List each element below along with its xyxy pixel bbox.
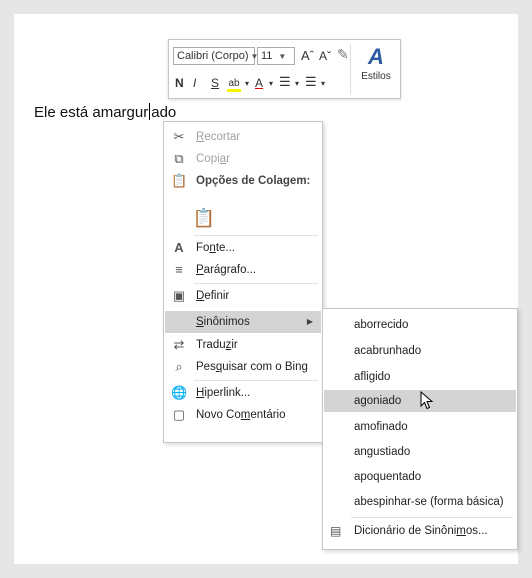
synonym-item[interactable]: acabrunhado [324,340,516,362]
menu-item-search-bing[interactable]: ⌕ Pesquisar com o Bing [165,356,321,378]
translate-icon: ⇄ [173,337,185,352]
font-size-value: 11 [261,50,273,62]
clipboard-icon: 📋 [171,173,188,188]
text-after-cursor: ado [151,104,177,121]
shrink-font-button[interactable]: Aˇ [319,48,331,64]
synonym-item[interactable]: abespinhar-se (forma básica) [324,491,516,513]
chevron-down-icon[interactable]: ▾ [269,76,273,92]
styles-button[interactable]: A Estilos [353,43,399,95]
menu-divider [351,517,513,518]
menu-item-hyperlink[interactable]: 🌐 Hiperlink... [165,382,321,404]
chevron-down-icon[interactable]: ▾ [295,76,299,92]
search-icon: ⌕ [175,359,183,374]
italic-button[interactable]: I [193,75,196,91]
menu-item-define[interactable]: ▣ Definir [165,285,321,307]
font-size-dropdown[interactable]: 11 ▼ [257,47,295,65]
grow-font-button[interactable]: Aˆ [301,48,314,64]
mouse-pointer-icon [420,391,434,410]
font-icon: A [174,240,184,255]
font-color-button[interactable]: A [255,75,263,91]
synonym-item[interactable]: amofinado [324,416,516,438]
hyperlink-icon: 🌐 [171,385,188,400]
synonym-item[interactable]: apoquentado [324,466,516,488]
menu-divider [194,235,318,236]
font-name-dropdown[interactable]: Calibri (Corpo) ▼ [173,47,258,65]
define-icon: ▣ [172,288,186,303]
underline-button[interactable]: S [211,75,219,91]
toolbar-divider [350,44,351,94]
scissors-icon: ✂ [173,129,185,144]
styles-label: Estilos [361,71,391,82]
menu-item-new-comment[interactable]: ▢ Novo Comentário [165,404,321,426]
book-icon: ▤ [330,524,342,538]
comment-icon: ▢ [172,407,186,422]
document-text[interactable]: Ele está amargur ado [34,103,176,121]
paste-keep-text-icon[interactable]: 📋 [192,205,216,231]
thesaurus-item[interactable]: ▤ Dicionário de Sinônimos... [324,520,516,542]
mini-toolbar: Calibri (Corpo) ▼ 11 ▼ Aˆ Aˇ ✎ N I S ab ▾ … [168,39,401,99]
copy-icon: ⧉ [174,151,184,166]
menu-item-paste-options: 📋 Opções de Colagem: [165,170,321,192]
menu-item-synonyms[interactable]: Sinônimos ▶ [165,311,321,333]
highlight-icon[interactable]: ab [227,74,241,92]
synonym-item[interactable]: afligido [324,366,516,388]
bold-button[interactable]: N [175,75,184,91]
text-before-cursor: Ele está amargur [34,104,149,121]
bullets-icon[interactable]: ☰ [279,74,291,90]
menu-item-font[interactable]: A Fonte... [165,237,321,259]
chevron-down-icon: ▼ [278,52,287,61]
synonyms-submenu: aborrecido acabrunhado afligido agoniado… [322,308,518,550]
clear-format-icon[interactable]: ✎ [337,46,349,62]
paste-options-label: Opções de Colagem: [196,175,311,187]
menu-item-paragraph[interactable]: ≡ Parágrafo... [165,259,321,281]
menu-divider [194,380,318,381]
font-name-value: Calibri (Corpo) [177,50,249,62]
numbering-icon[interactable]: ☰ [305,74,317,90]
paragraph-icon: ≡ [175,262,183,277]
menu-item-copy[interactable]: ⧉ Copiar [165,148,321,170]
styles-icon: A [368,44,384,69]
synonym-item[interactable]: angustiado [324,441,516,463]
chevron-down-icon[interactable]: ▾ [321,76,325,92]
menu-item-cut[interactable]: ✂ Recortar [165,126,321,148]
menu-item-translate[interactable]: ⇄ Traduzir [165,334,321,356]
chevron-down-icon[interactable]: ▾ [245,76,249,92]
chevron-right-icon: ▶ [306,317,313,326]
context-menu: ✂ Recortar ⧉ Copiar 📋 Opções de Colagem:… [163,121,323,443]
synonym-item[interactable]: aborrecido [324,314,516,336]
menu-divider [194,283,318,284]
